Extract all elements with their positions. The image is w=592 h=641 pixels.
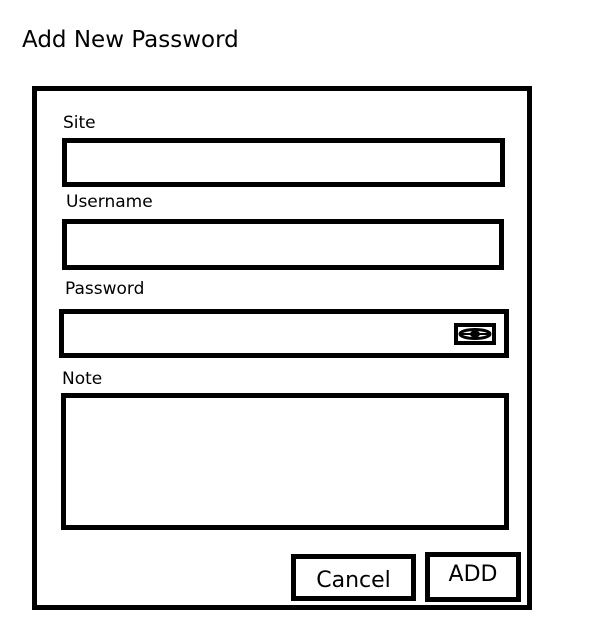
page-title: Add New Password (22, 27, 239, 53)
username-label: Username (66, 192, 153, 212)
note-textarea[interactable] (61, 393, 509, 530)
username-input[interactable] (62, 219, 504, 270)
add-button[interactable]: ADD (425, 552, 521, 602)
site-label: Site (63, 113, 96, 133)
note-label: Note (62, 369, 103, 389)
cancel-button[interactable]: Cancel (291, 554, 416, 601)
site-input[interactable] (62, 138, 505, 187)
password-field (59, 309, 509, 358)
password-input[interactable] (64, 314, 450, 353)
eye-icon (458, 328, 492, 340)
show-password-button[interactable] (454, 323, 496, 345)
password-label: Password (65, 279, 145, 299)
